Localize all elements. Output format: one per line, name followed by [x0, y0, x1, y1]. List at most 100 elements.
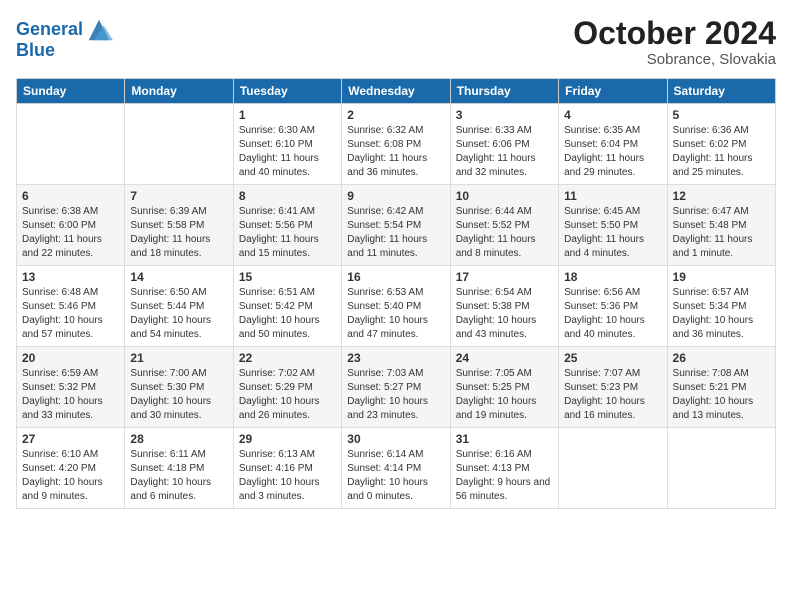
day-info: Sunrise: 7:02 AM Sunset: 5:29 PM Dayligh…: [239, 367, 336, 423]
day-info: Sunrise: 6:10 AM Sunset: 4:20 PM Dayligh…: [22, 448, 119, 504]
day-number: 12: [673, 189, 770, 203]
day-number: 30: [347, 432, 444, 446]
calendar-cell: 5 Sunrise: 6:36 AM Sunset: 6:02 PM Daylig…: [667, 104, 775, 185]
calendar-cell: 26Sunrise: 7:08 AM Sunset: 5:21 PM Dayli…: [667, 347, 775, 428]
calendar-cell: [559, 428, 667, 509]
calendar-cell: 13 Sunrise: 6:48 AM Sunset: 5:46 PM Dayli…: [17, 266, 125, 347]
calendar-cell: 2 Sunrise: 6:32 AM Sunset: 6:08 PM Daylig…: [342, 104, 450, 185]
day-info: Sunrise: 6:14 AM Sunset: 4:14 PM Dayligh…: [347, 448, 444, 504]
day-of-week-header: Friday: [559, 79, 667, 104]
day-number: 22: [239, 351, 336, 365]
day-number: 13: [22, 270, 119, 284]
calendar-week-row: 27Sunrise: 6:10 AM Sunset: 4:20 PM Dayli…: [17, 428, 776, 509]
day-number: 3: [456, 108, 553, 122]
subtitle: Sobrance, Slovakia: [573, 51, 776, 68]
day-number: 18: [564, 270, 661, 284]
day-number: 16: [347, 270, 444, 284]
calendar-cell: 25Sunrise: 7:07 AM Sunset: 5:23 PM Dayli…: [559, 347, 667, 428]
calendar-cell: [125, 104, 233, 185]
day-info: Sunrise: 6:57 AM Sunset: 5:34 PM Dayligh…: [673, 286, 770, 342]
day-info: Sunrise: 6:39 AM Sunset: 5:58 PM Dayligh…: [130, 205, 227, 261]
day-info: Sunrise: 7:00 AM Sunset: 5:30 PM Dayligh…: [130, 367, 227, 423]
day-info: Sunrise: 6:56 AM Sunset: 5:36 PM Dayligh…: [564, 286, 661, 342]
calendar-table: SundayMondayTuesdayWednesdayThursdayFrid…: [16, 78, 776, 509]
day-info: Sunrise: 6:44 AM Sunset: 5:52 PM Dayligh…: [456, 205, 553, 261]
day-info: Sunrise: 7:07 AM Sunset: 5:23 PM Dayligh…: [564, 367, 661, 423]
day-info: Sunrise: 6:50 AM Sunset: 5:44 PM Dayligh…: [130, 286, 227, 342]
day-number: 6: [22, 189, 119, 203]
calendar-cell: 4 Sunrise: 6:35 AM Sunset: 6:04 PM Daylig…: [559, 104, 667, 185]
day-number: 8: [239, 189, 336, 203]
header: General Blue October 2024 Sobrance, Slov…: [16, 16, 776, 68]
day-number: 21: [130, 351, 227, 365]
day-info: Sunrise: 6:32 AM Sunset: 6:08 PM Dayligh…: [347, 124, 444, 180]
calendar-cell: 19 Sunrise: 6:57 AM Sunset: 5:34 PM Dayli…: [667, 266, 775, 347]
day-number: 29: [239, 432, 336, 446]
calendar-cell: 29 Sunrise: 6:13 AM Sunset: 4:16 PM Dayli…: [233, 428, 341, 509]
calendar-cell: 20Sunrise: 6:59 AM Sunset: 5:32 PM Dayli…: [17, 347, 125, 428]
day-of-week-header: Wednesday: [342, 79, 450, 104]
calendar-cell: 11Sunrise: 6:45 AM Sunset: 5:50 PM Dayli…: [559, 185, 667, 266]
day-info: Sunrise: 6:51 AM Sunset: 5:42 PM Dayligh…: [239, 286, 336, 342]
month-title: October 2024: [573, 16, 776, 51]
calendar-cell: 24 Sunrise: 7:05 AM Sunset: 5:25 PM Dayli…: [450, 347, 558, 428]
day-info: Sunrise: 6:35 AM Sunset: 6:04 PM Dayligh…: [564, 124, 661, 180]
day-number: 4: [564, 108, 661, 122]
day-number: 24: [456, 351, 553, 365]
calendar-cell: 1 Sunrise: 6:30 AM Sunset: 6:10 PM Daylig…: [233, 104, 341, 185]
day-of-week-header: Monday: [125, 79, 233, 104]
day-number: 11: [564, 189, 661, 203]
calendar-cell: 3 Sunrise: 6:33 AM Sunset: 6:06 PM Daylig…: [450, 104, 558, 185]
logo: General Blue: [16, 16, 113, 61]
calendar-cell: 15 Sunrise: 6:51 AM Sunset: 5:42 PM Dayli…: [233, 266, 341, 347]
day-info: Sunrise: 6:30 AM Sunset: 6:10 PM Dayligh…: [239, 124, 336, 180]
calendar-cell: 31 Sunrise: 6:16 AM Sunset: 4:13 PM Dayli…: [450, 428, 558, 509]
day-info: Sunrise: 6:13 AM Sunset: 4:16 PM Dayligh…: [239, 448, 336, 504]
calendar-cell: 9 Sunrise: 6:42 AM Sunset: 5:54 PM Daylig…: [342, 185, 450, 266]
day-info: Sunrise: 6:38 AM Sunset: 6:00 PM Dayligh…: [22, 205, 119, 261]
calendar-body: 1 Sunrise: 6:30 AM Sunset: 6:10 PM Daylig…: [17, 104, 776, 509]
day-number: 1: [239, 108, 336, 122]
calendar-cell: 22 Sunrise: 7:02 AM Sunset: 5:29 PM Dayli…: [233, 347, 341, 428]
day-of-week-header: Saturday: [667, 79, 775, 104]
day-number: 2: [347, 108, 444, 122]
logo-text: General: [16, 20, 83, 40]
day-number: 19: [673, 270, 770, 284]
day-number: 7: [130, 189, 227, 203]
calendar-cell: [17, 104, 125, 185]
day-info: Sunrise: 7:05 AM Sunset: 5:25 PM Dayligh…: [456, 367, 553, 423]
day-number: 14: [130, 270, 227, 284]
calendar-cell: 27Sunrise: 6:10 AM Sunset: 4:20 PM Dayli…: [17, 428, 125, 509]
day-number: 5: [673, 108, 770, 122]
calendar-week-row: 13 Sunrise: 6:48 AM Sunset: 5:46 PM Dayli…: [17, 266, 776, 347]
day-number: 31: [456, 432, 553, 446]
day-info: Sunrise: 6:33 AM Sunset: 6:06 PM Dayligh…: [456, 124, 553, 180]
page: General Blue October 2024 Sobrance, Slov…: [0, 0, 792, 612]
day-info: Sunrise: 6:53 AM Sunset: 5:40 PM Dayligh…: [347, 286, 444, 342]
calendar-week-row: 20Sunrise: 6:59 AM Sunset: 5:32 PM Dayli…: [17, 347, 776, 428]
calendar-cell: 8Sunrise: 6:41 AM Sunset: 5:56 PM Daylig…: [233, 185, 341, 266]
day-info: Sunrise: 6:47 AM Sunset: 5:48 PM Dayligh…: [673, 205, 770, 261]
day-info: Sunrise: 6:16 AM Sunset: 4:13 PM Dayligh…: [456, 448, 553, 504]
day-info: Sunrise: 7:08 AM Sunset: 5:21 PM Dayligh…: [673, 367, 770, 423]
day-number: 10: [456, 189, 553, 203]
day-info: Sunrise: 6:48 AM Sunset: 5:46 PM Dayligh…: [22, 286, 119, 342]
day-number: 20: [22, 351, 119, 365]
day-number: 15: [239, 270, 336, 284]
calendar-header: SundayMondayTuesdayWednesdayThursdayFrid…: [17, 79, 776, 104]
day-info: Sunrise: 6:36 AM Sunset: 6:02 PM Dayligh…: [673, 124, 770, 180]
calendar-cell: [667, 428, 775, 509]
day-number: 23: [347, 351, 444, 365]
day-info: Sunrise: 6:54 AM Sunset: 5:38 PM Dayligh…: [456, 286, 553, 342]
calendar-cell: 6 Sunrise: 6:38 AM Sunset: 6:00 PM Daylig…: [17, 185, 125, 266]
day-number: 9: [347, 189, 444, 203]
day-info: Sunrise: 6:11 AM Sunset: 4:18 PM Dayligh…: [130, 448, 227, 504]
day-info: Sunrise: 6:42 AM Sunset: 5:54 PM Dayligh…: [347, 205, 444, 261]
calendar-cell: 18 Sunrise: 6:56 AM Sunset: 5:36 PM Dayli…: [559, 266, 667, 347]
calendar-cell: 7 Sunrise: 6:39 AM Sunset: 5:58 PM Daylig…: [125, 185, 233, 266]
day-info: Sunrise: 7:03 AM Sunset: 5:27 PM Dayligh…: [347, 367, 444, 423]
calendar-cell: 17Sunrise: 6:54 AM Sunset: 5:38 PM Dayli…: [450, 266, 558, 347]
day-number: 28: [130, 432, 227, 446]
calendar-week-row: 1 Sunrise: 6:30 AM Sunset: 6:10 PM Daylig…: [17, 104, 776, 185]
day-of-week-header: Sunday: [17, 79, 125, 104]
